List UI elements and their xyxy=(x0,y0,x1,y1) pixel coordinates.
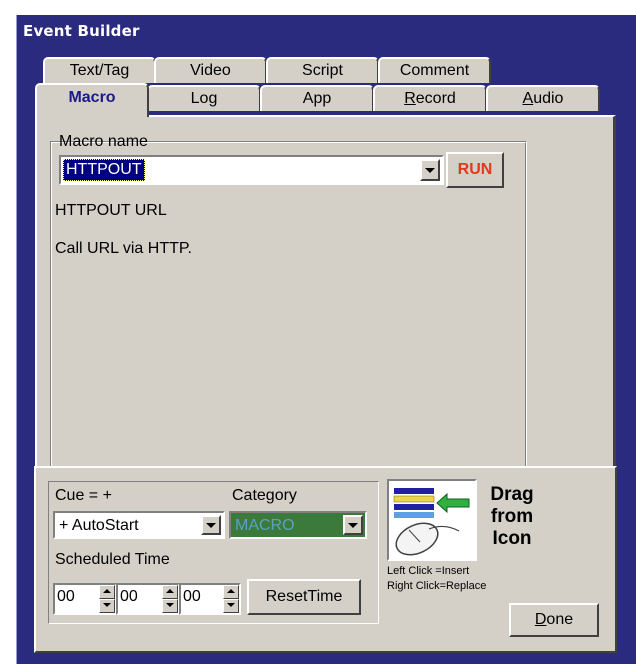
hours-value: 00 xyxy=(57,588,75,605)
cue-label: Cue = + xyxy=(55,487,112,504)
run-button[interactable]: RUN xyxy=(446,152,504,188)
cue-combo[interactable]: + AutoStart xyxy=(53,511,225,539)
drag-text: Drag from Icon xyxy=(483,484,541,550)
hours-up-button[interactable] xyxy=(99,585,115,599)
tab-audio[interactable]: Audio xyxy=(486,85,600,111)
tab-text-tag[interactable]: Text/Tag xyxy=(43,57,156,83)
drag-insert-icon xyxy=(393,488,470,556)
category-dropdown-button[interactable] xyxy=(343,515,363,535)
minutes-down-button[interactable] xyxy=(162,599,178,613)
chevron-down-icon xyxy=(206,523,216,528)
done-button[interactable]: Done xyxy=(509,603,599,637)
hours-down-button[interactable] xyxy=(99,599,115,613)
window-title: Event Builder xyxy=(23,22,140,40)
drag-line-2: from xyxy=(490,506,534,527)
tab-video[interactable]: Video xyxy=(154,57,267,83)
seconds-spinner[interactable]: 00 xyxy=(179,583,241,615)
tab-script[interactable]: Script xyxy=(266,57,379,83)
tab-record[interactable]: Record xyxy=(373,85,487,111)
minutes-value: 00 xyxy=(120,588,138,605)
reset-time-button[interactable]: ResetTime xyxy=(247,579,361,615)
category-value: MACRO xyxy=(235,517,295,534)
macro-dropdown-button[interactable] xyxy=(420,159,440,181)
macro-name-label: Macro name xyxy=(59,133,148,150)
category-combo[interactable]: MACRO xyxy=(229,511,367,539)
category-label: Category xyxy=(232,487,297,504)
cue-value: + AutoStart xyxy=(59,517,139,534)
tab-log[interactable]: Log xyxy=(147,85,261,111)
seconds-up-button[interactable] xyxy=(223,585,239,599)
chevron-down-icon xyxy=(425,168,435,173)
minutes-spinner[interactable]: 00 xyxy=(116,583,180,615)
macro-name-value[interactable]: HTTPOUT xyxy=(63,159,145,181)
macro-groupbox xyxy=(50,141,527,469)
right-click-hint: Right Click=Replace xyxy=(387,580,487,592)
left-click-hint: Left Click =Insert xyxy=(387,565,470,577)
event-builder-window: Event Builder Text/Tag Video Script Comm… xyxy=(16,15,636,664)
tab-app[interactable]: App xyxy=(260,85,374,111)
drag-line-3: Icon xyxy=(492,528,532,549)
tab-comment[interactable]: Comment xyxy=(378,57,491,83)
seconds-down-button[interactable] xyxy=(223,599,239,613)
hours-spinner[interactable]: 00 xyxy=(53,583,117,615)
seconds-value: 00 xyxy=(183,588,201,605)
chevron-down-icon xyxy=(348,523,358,528)
macro-name-combo[interactable]: HTTPOUT xyxy=(59,155,444,185)
drag-icon-box[interactable] xyxy=(387,479,477,561)
cue-dropdown-button[interactable] xyxy=(201,515,221,535)
tab-macro[interactable]: Macro xyxy=(35,83,149,117)
macro-description: Call URL via HTTP. xyxy=(55,240,192,257)
drag-line-1: Drag xyxy=(490,484,534,505)
scheduled-time-label: Scheduled Time xyxy=(55,551,170,568)
macro-title-text: HTTPOUT URL xyxy=(55,202,167,219)
minutes-up-button[interactable] xyxy=(162,585,178,599)
